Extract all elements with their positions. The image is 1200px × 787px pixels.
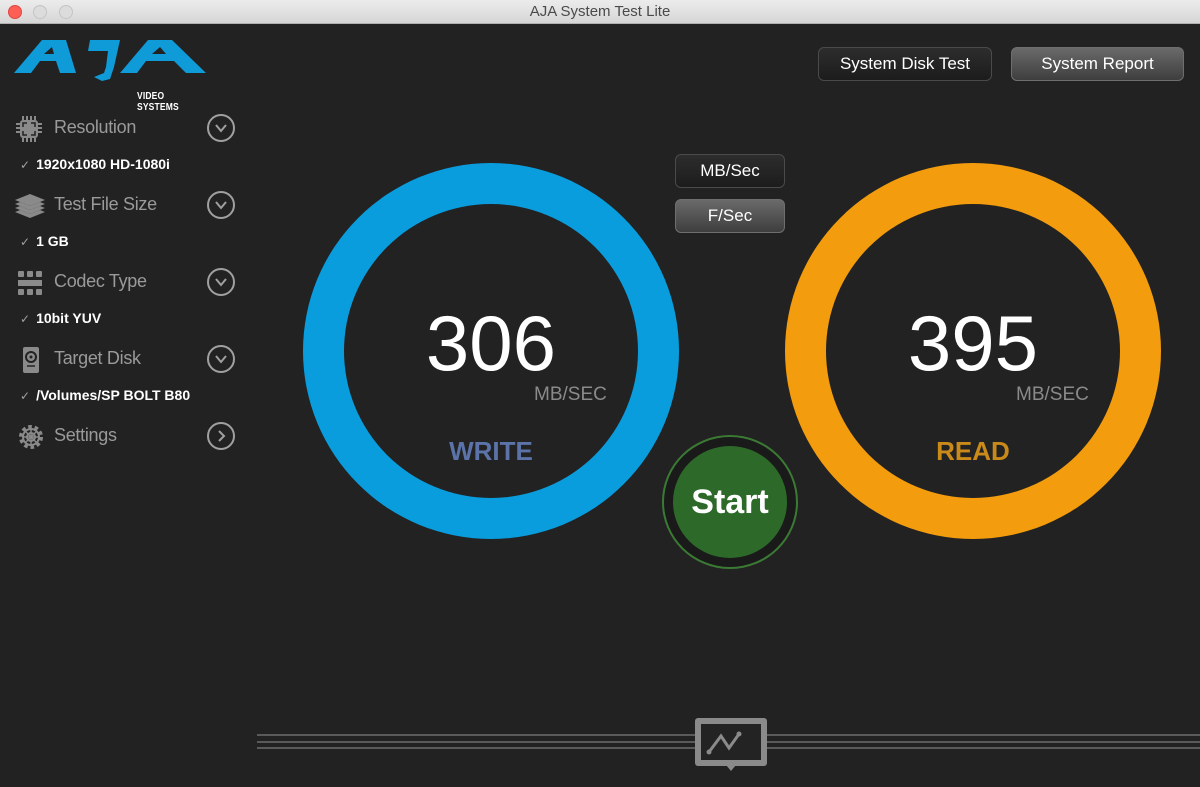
line-graph-icon [701, 724, 761, 760]
sidebar-item-settings[interactable]: Settings [14, 420, 239, 452]
start-button-ring: Start [662, 435, 798, 569]
main-content: VIDEO SYSTEMS Resolution ✓ 1920x1080 HD-… [0, 25, 1200, 787]
sidebar-item-label: Settings [54, 425, 117, 445]
f-sec-toggle[interactable]: F/Sec [675, 199, 785, 233]
title-bar: AJA System Test Lite [0, 0, 1200, 24]
resolution-value-text: 1920x1080 HD-1080i [36, 156, 170, 172]
sidebar-item-label: Resolution [54, 117, 137, 137]
start-button[interactable]: Start [673, 446, 787, 558]
target-disk-value: ✓ /Volumes/SP BOLT B80 [20, 387, 190, 403]
logo-subtitle: VIDEO SYSTEMS [137, 91, 179, 113]
sidebar-item-codec-type[interactable]: Codec Type [14, 266, 239, 298]
write-gauge-ring: 306 MB/SEC WRITE [303, 163, 679, 539]
check-icon: ✓ [20, 235, 31, 249]
write-label: WRITE [449, 436, 533, 466]
target-disk-value-text: /Volumes/SP BOLT B80 [36, 387, 191, 403]
stack-icon [14, 192, 46, 218]
chip-icon [14, 115, 46, 142]
sidebar-item-label: Test File Size [54, 194, 157, 214]
window-title: AJA System Test Lite [529, 3, 671, 20]
read-speed-value: 395 [907, 299, 1039, 387]
hard-disk-icon [14, 346, 46, 373]
sidebar-item-test-file-size[interactable]: Test File Size [14, 189, 239, 221]
gear-icon [14, 423, 46, 449]
system-disk-test-button[interactable]: System Disk Test [818, 47, 992, 81]
chevron-down-icon[interactable] [207, 191, 235, 219]
sidebar-item-label: Codec Type [54, 271, 147, 291]
test-file-size-value: ✓ 1 GB [20, 233, 69, 249]
sidebar-item-target-disk[interactable]: Target Disk [14, 343, 239, 375]
aja-logo-mark [14, 40, 206, 81]
aja-logo: VIDEO SYSTEMS [14, 37, 209, 113]
chevron-right-icon[interactable] [207, 422, 235, 450]
resolution-value: ✓ 1920x1080 HD-1080i [20, 156, 170, 172]
read-label: READ [936, 436, 1010, 466]
check-icon: ✓ [20, 312, 31, 326]
chevron-down-icon[interactable] [207, 114, 235, 142]
sidebar-item-label: Target Disk [54, 348, 141, 368]
test-file-size-value-text: 1 GB [36, 233, 69, 249]
check-icon: ✓ [20, 389, 31, 403]
graph-toggle-button[interactable] [695, 718, 767, 771]
write-speed-value: 306 [425, 299, 557, 387]
chevron-down-icon[interactable] [207, 268, 235, 296]
mb-sec-toggle[interactable]: MB/Sec [675, 154, 785, 188]
codec-type-value: ✓ 10bit YUV [20, 310, 101, 326]
read-gauge-face: 395 MB/SEC READ [826, 204, 1120, 498]
sidebar-item-resolution[interactable]: Resolution [14, 112, 239, 144]
write-speed-unit: MB/SEC [534, 384, 607, 405]
write-gauge-face: 306 MB/SEC WRITE [344, 204, 638, 498]
graph-toggle-pointer [726, 765, 736, 771]
chevron-down-icon[interactable] [207, 345, 235, 373]
system-report-button[interactable]: System Report [1011, 47, 1184, 81]
check-icon: ✓ [20, 158, 31, 172]
codec-type-value-text: 10bit YUV [36, 310, 102, 326]
read-gauge-ring: 395 MB/SEC READ [785, 163, 1161, 539]
film-strip-icon [14, 269, 46, 295]
read-speed-unit: MB/SEC [1016, 384, 1089, 405]
